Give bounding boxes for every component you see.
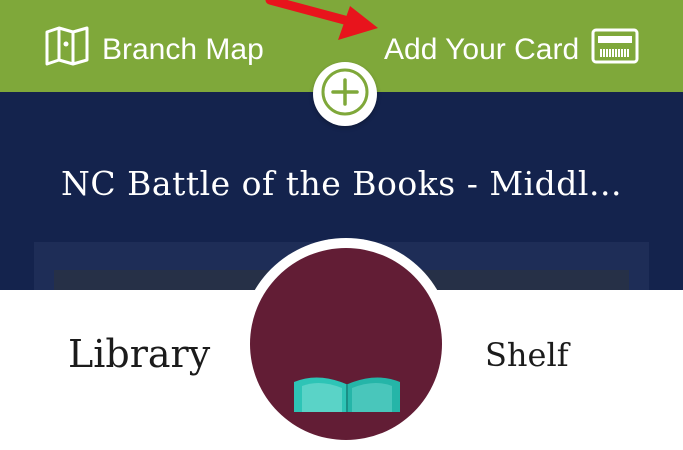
- branch-map-label: Branch Map: [102, 33, 264, 66]
- plus-icon: [320, 67, 370, 122]
- open-book-icon: [294, 377, 400, 412]
- add-card-label: Add Your Card: [384, 33, 580, 66]
- branch-map-button[interactable]: Branch Map: [44, 26, 264, 74]
- tab-library[interactable]: Library: [68, 332, 210, 376]
- add-button[interactable]: [313, 62, 377, 126]
- card-icon: [591, 28, 639, 72]
- hero-title[interactable]: NC Battle of the Books - Middl...: [0, 164, 683, 203]
- tab-shelf[interactable]: Shelf: [485, 336, 569, 374]
- map-icon: [44, 26, 90, 74]
- add-your-card-button[interactable]: Add Your Card: [384, 28, 639, 72]
